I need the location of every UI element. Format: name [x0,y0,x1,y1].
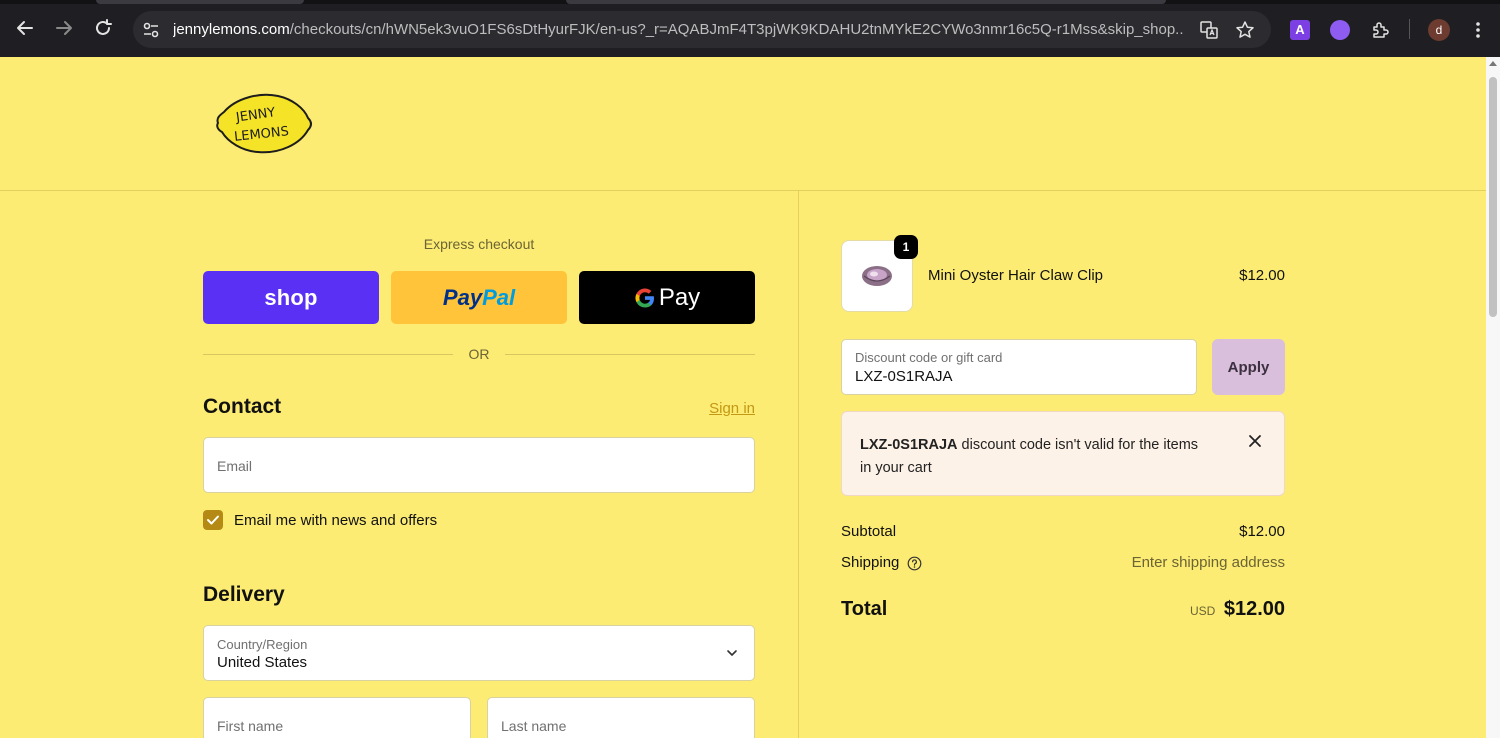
product-name: Mini Oyster Hair Claw Clip [928,267,1104,284]
quantity-badge: 1 [894,235,918,259]
paypal-button[interactable]: Pay Pal [391,271,567,324]
url-path: /checkouts/cn/hWN5ek3vuO1FS6sDtHyurFJK/e… [289,21,1183,38]
discount-value: LXZ-0S1RAJA [855,368,953,385]
google-pay-button[interactable]: Pay [579,271,755,324]
country-label: Country/Region [217,637,308,652]
scrollbar-thumb[interactable] [1489,77,1497,317]
chevron-down-icon [726,646,738,658]
apply-discount-button[interactable]: Apply [1212,339,1285,395]
discount-error-message: LXZ-0S1RAJA discount code isn't valid fo… [860,434,1230,480]
site-settings-icon[interactable] [141,20,161,40]
url-domain: jennylemons.com [173,21,290,38]
newsletter-checkbox[interactable] [203,510,223,530]
reload-icon[interactable] [92,17,114,39]
tab-active[interactable] [566,0,1166,4]
subtotal-value: $12.00 [1239,523,1285,540]
shop-pay-label: shop [264,284,318,310]
delivery-heading: Delivery [203,583,285,606]
error-text-1: discount code isn't valid for the items [957,437,1199,453]
back-icon[interactable] [14,17,36,39]
extensions-puzzle-icon[interactable] [1370,20,1390,40]
toolbar-separator [1409,19,1410,39]
address-bar[interactable]: jennylemons.com/checkouts/cn/hWN5ek3vuO1… [133,11,1271,48]
google-pay-label: Pay [658,283,701,311]
checkmark-icon [207,515,219,525]
tab-previous[interactable] [96,0,304,4]
browser-menu-icon[interactable] [1468,20,1488,40]
first-name-field[interactable]: First name [203,697,471,738]
shop-pay-button[interactable]: shop [203,271,379,324]
product-price: $12.00 [1239,267,1285,284]
or-line-right [505,354,755,355]
email-field[interactable]: Email [203,437,755,493]
total-amount: $12.00 [1223,598,1285,620]
scroll-up-arrow-icon[interactable] [1489,61,1497,66]
shipping-value: Enter shipping address [1131,554,1285,571]
close-icon[interactable] [1248,434,1262,448]
help-icon[interactable] [907,556,922,571]
profile-avatar[interactable]: d [1428,19,1450,41]
page-scrollbar[interactable] [1486,57,1500,738]
subtotal-label: Subtotal [841,523,897,540]
browser-toolbar: jennylemons.com/checkouts/cn/hWN5ek3vuO1… [0,0,1500,57]
extension-swirl-icon[interactable] [1330,20,1350,40]
forward-icon[interactable] [53,17,75,39]
jenny-lemons-logo[interactable]: JENNY LEMONS [212,90,314,156]
error-text-2: in your cart [860,460,932,476]
url-text[interactable]: jennylemons.com/checkouts/cn/hWN5ek3vuO1… [173,21,1183,38]
newsletter-label: Email me with news and offers [234,512,438,529]
bookmark-star-icon[interactable] [1235,20,1255,40]
contact-heading: Contact [203,395,282,418]
total-label: Total [841,598,888,620]
express-checkout-title: Express checkout [423,236,535,252]
first-name-placeholder: First name [217,718,284,734]
sign-in-link[interactable]: Sign in [690,400,755,417]
country-select[interactable]: Country/Region United States [203,625,755,681]
last-name-placeholder: Last name [501,718,567,734]
email-placeholder: Email [217,458,253,474]
paypal-label-2: Pal [482,284,516,310]
or-label: OR [468,346,490,362]
discount-error-banner: LXZ-0S1RAJA discount code isn't valid fo… [841,411,1285,496]
last-name-field[interactable]: Last name [487,697,755,738]
tab-strip [0,0,1500,4]
column-divider [798,191,799,738]
google-g-icon [635,287,654,308]
or-divider: OR [203,344,755,364]
oyster-clip-image [862,266,892,286]
discount-label: Discount code or gift card [855,350,1003,365]
shipping-label: Shipping [841,554,900,571]
translate-icon[interactable] [1199,20,1219,40]
paypal-label-1: Pay [442,284,483,310]
discount-code-field[interactable]: Discount code or gift card LXZ-0S1RAJA [841,339,1197,395]
extension-a-icon[interactable]: A [1290,20,1310,40]
error-code: LXZ-0S1RAJA [860,437,958,453]
country-value: United States [217,654,308,671]
or-line-left [203,354,453,355]
